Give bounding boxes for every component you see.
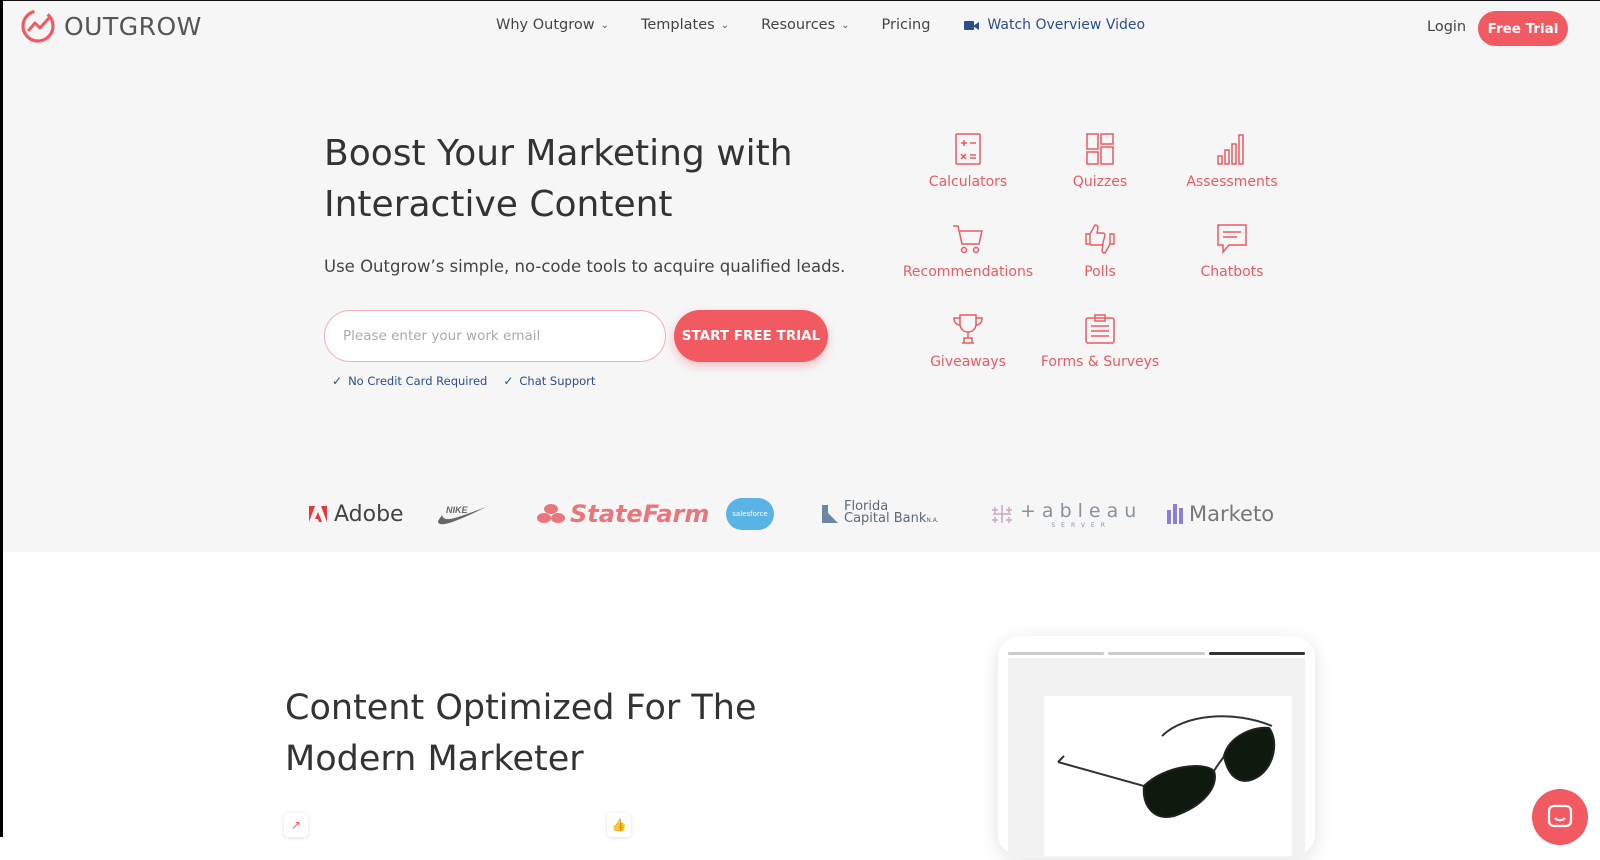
benefit-chat-support: ✓ Chat Support bbox=[503, 374, 595, 388]
cart-icon bbox=[953, 225, 983, 254]
chat-icon bbox=[1217, 224, 1247, 255]
hero-section bbox=[3, 1, 1600, 552]
nike-swoosh-icon: NIKE bbox=[438, 505, 486, 525]
nav-resources[interactable]: Resources ⌄ bbox=[761, 17, 849, 33]
type-label: Giveaways bbox=[930, 354, 1006, 370]
client-logos: Adobe NIKE StateFarm salesforce Florida … bbox=[300, 495, 1300, 535]
type-label: Quizzes bbox=[1072, 174, 1128, 190]
type-label: Forms & Surveys bbox=[1040, 354, 1160, 370]
clipboard-icon bbox=[1085, 314, 1115, 344]
watch-video-label: Watch Overview Video bbox=[987, 17, 1146, 33]
trophy-icon bbox=[953, 314, 983, 344]
type-calculators[interactable]: Calculators bbox=[898, 132, 1038, 190]
logo-text: OUTGROW bbox=[64, 11, 202, 41]
watch-video-link[interactable]: Watch Overview Video bbox=[964, 17, 1145, 33]
florida-capital-bank-logo: Florida Capital BankN.A. bbox=[820, 495, 939, 533]
nav-pricing[interactable]: Pricing bbox=[882, 17, 931, 33]
tableau-wordmark: +ableau bbox=[1020, 499, 1143, 522]
benefit-no-credit-card: ✓ No Credit Card Required bbox=[332, 374, 487, 388]
nav-label: Templates bbox=[640, 17, 715, 33]
nav-label: Pricing bbox=[881, 17, 931, 33]
progress-segment-active bbox=[1208, 652, 1305, 655]
type-label: Calculators bbox=[928, 174, 1008, 190]
outgrow-logo[interactable]: OUTGROW bbox=[20, 8, 202, 44]
adobe-wordmark: Adobe bbox=[334, 501, 404, 527]
progress-segment bbox=[1108, 652, 1205, 655]
free-trial-button[interactable]: Free Trial bbox=[1478, 11, 1568, 46]
type-label: Chatbots bbox=[1200, 264, 1264, 280]
benefit-label: No Credit Card Required bbox=[348, 374, 488, 388]
phone-screen bbox=[1008, 658, 1305, 858]
window-left-edge bbox=[0, 0, 3, 837]
work-email-input[interactable] bbox=[324, 310, 666, 362]
nike-wordmark: NIKE bbox=[446, 505, 468, 515]
nav-label: Why Outgrow bbox=[496, 17, 595, 33]
login-link[interactable]: Login bbox=[1427, 19, 1466, 35]
type-label: Recommendations bbox=[902, 264, 1034, 280]
sunglasses-product-image bbox=[1044, 696, 1292, 856]
main-nav: Why Outgrow ⌄ Templates ⌄ Resources ⌄ Pr… bbox=[496, 17, 1145, 33]
florida-mark-icon bbox=[822, 505, 838, 523]
type-quizzes[interactable]: Quizzes bbox=[1030, 132, 1170, 190]
section-title: Content Optimized For The Modern Markete… bbox=[285, 688, 757, 779]
florida-wordmark-2: Capital Bank bbox=[844, 511, 927, 526]
statefarm-logo: StateFarm bbox=[536, 495, 709, 533]
video-camera-icon bbox=[964, 20, 980, 30]
type-assessments[interactable]: Assessments bbox=[1162, 132, 1302, 190]
tableau-logo: +ableau SERVER bbox=[990, 495, 1142, 533]
thumbs-icon bbox=[1085, 224, 1115, 254]
nike-logo: NIKE bbox=[436, 495, 488, 533]
chevron-down-icon: ⌄ bbox=[841, 20, 850, 31]
hero-subtitle: Use Outgrow’s simple, no-code tools to a… bbox=[324, 257, 846, 276]
tableau-mark-icon bbox=[992, 505, 1012, 523]
sunglasses-image bbox=[1057, 715, 1276, 818]
type-recommendations[interactable]: Recommendations bbox=[898, 222, 1038, 280]
chevron-down-icon: ⌄ bbox=[600, 20, 609, 31]
marketo-logo: Marketo bbox=[1167, 495, 1274, 533]
marketo-bars-icon bbox=[1167, 504, 1183, 524]
start-free-trial-button[interactable]: START FREE TRIAL bbox=[674, 310, 828, 362]
type-label: Polls bbox=[1084, 264, 1116, 280]
calculator-icon bbox=[955, 133, 981, 165]
trial-benefits: ✓ No Credit Card Required ✓ Chat Support bbox=[332, 374, 595, 388]
check-icon: ✓ bbox=[503, 374, 514, 388]
salesforce-logo: salesforce bbox=[726, 495, 774, 533]
type-chatbots[interactable]: Chatbots bbox=[1162, 222, 1302, 280]
nav-label: Resources bbox=[761, 17, 836, 33]
progress-segment bbox=[1008, 652, 1105, 655]
adobe-mark-icon bbox=[309, 506, 327, 522]
salesforce-cloud-icon: salesforce bbox=[726, 498, 774, 530]
phone-preview bbox=[998, 636, 1315, 858]
hero-title: Boost Your Marketing with Interactive Co… bbox=[324, 133, 793, 225]
chevron-down-icon: ⌄ bbox=[720, 20, 730, 31]
type-giveaways[interactable]: Giveaways bbox=[898, 312, 1038, 370]
nav-why-outgrow[interactable]: Why Outgrow ⌄ bbox=[496, 17, 609, 33]
quiz-progress bbox=[1008, 652, 1305, 655]
check-icon: ✓ bbox=[332, 374, 343, 388]
statefarm-wordmark: StateFarm bbox=[570, 500, 710, 528]
trend-line-icon: ↗ bbox=[284, 813, 308, 837]
nav-templates[interactable]: Templates ⌄ bbox=[641, 17, 729, 33]
outgrow-logo-icon bbox=[21, 9, 55, 43]
type-forms-surveys[interactable]: Forms & Surveys bbox=[1030, 312, 1170, 370]
type-polls[interactable]: Polls bbox=[1030, 222, 1170, 280]
bar-chart-icon bbox=[1217, 134, 1244, 165]
type-label: Assessments bbox=[1186, 174, 1278, 190]
statefarm-ovals-icon bbox=[537, 504, 565, 523]
chat-launcher-icon bbox=[1547, 804, 1573, 828]
benefit-label: Chat Support bbox=[519, 374, 596, 388]
florida-wordmark-3: N.A. bbox=[926, 517, 939, 524]
thumbs-up-icon: 👍 bbox=[607, 813, 631, 837]
quiz-grid-icon bbox=[1086, 133, 1114, 165]
adobe-logo: Adobe bbox=[308, 495, 404, 533]
marketo-wordmark: Marketo bbox=[1189, 502, 1275, 526]
tableau-server-label: SERVER bbox=[1051, 521, 1111, 529]
